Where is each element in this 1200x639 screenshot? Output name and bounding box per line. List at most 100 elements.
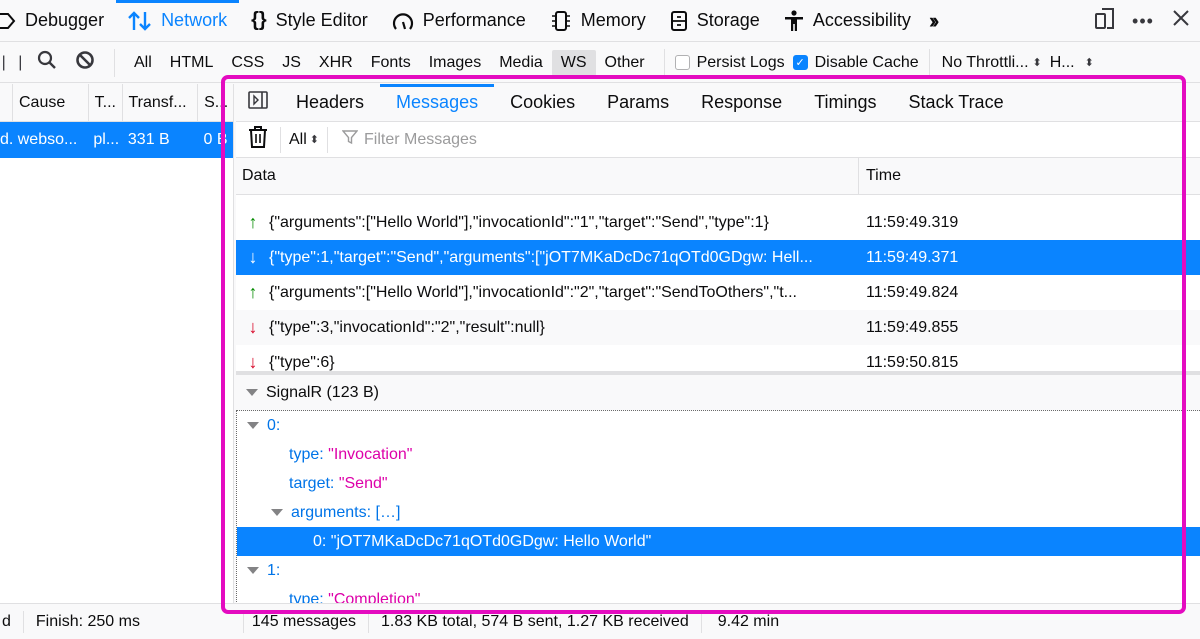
tab-network[interactable]: Network <box>116 0 240 42</box>
tree-leaf[interactable]: 0: "jOT7MKaDcDc71qOTd0GDgw: Hello World" <box>237 527 1200 556</box>
tab-stack-trace[interactable]: Stack Trace <box>893 84 1020 122</box>
tree-key: 0: <box>313 532 327 550</box>
tab-cookies[interactable]: Cookies <box>494 84 591 122</box>
checkbox-box[interactable]: ✓ <box>792 55 808 70</box>
tree-leaf[interactable]: type: "Invocation" <box>237 440 1200 469</box>
filter-messages-input[interactable] <box>364 130 764 149</box>
tree-node[interactable]: 1: <box>237 556 1200 585</box>
tab-performance[interactable]: Performance <box>380 0 538 42</box>
sent-arrow-icon: ↑ <box>248 212 258 232</box>
clear-messages-button[interactable] <box>236 125 280 154</box>
har-value: H... <box>1049 53 1075 71</box>
tree-value: "Send" <box>338 474 388 492</box>
message-type-select[interactable]: All ⬍ <box>281 131 327 149</box>
expand-triangle-icon <box>246 389 258 396</box>
filter-images[interactable]: Images <box>420 50 490 76</box>
column-header-data[interactable]: Data <box>236 158 858 194</box>
tab-debugger[interactable]: Debugger <box>0 0 116 42</box>
responsive-design-icon <box>1094 6 1116 36</box>
tree-node[interactable]: 0: <box>237 411 1200 440</box>
toggle-sidebar-button[interactable] <box>236 84 280 122</box>
filter-messages-field[interactable] <box>328 122 1200 157</box>
search-button[interactable] <box>28 43 66 83</box>
overflow-tabs-button[interactable]: ›› <box>923 0 948 42</box>
tab-headers[interactable]: Headers <box>280 84 380 122</box>
disable-cache-checkbox[interactable]: ✓ Disable Cache <box>792 54 919 72</box>
tab-label: Storage <box>696 10 760 30</box>
column-header-size[interactable]: S... <box>197 84 233 122</box>
requests-table-header: Cause T... Transf... S... <box>0 84 233 122</box>
status-messages-count: 145 messages <box>242 610 368 633</box>
tab-params[interactable]: Params <box>591 84 685 122</box>
filter-ws[interactable]: WS <box>551 49 596 76</box>
braces-icon: {} <box>251 9 267 31</box>
filter-all[interactable]: All <box>125 50 161 76</box>
filter-xhr[interactable]: XHR <box>310 50 362 76</box>
tab-memory[interactable]: Memory <box>538 0 658 42</box>
column-header-cause[interactable]: Cause <box>12 84 88 122</box>
message-row[interactable]: ↑ {"arguments":["Hello World"],"invocati… <box>236 275 1200 310</box>
column-header-type[interactable]: T... <box>87 84 122 122</box>
tree-key: type: <box>289 445 324 463</box>
person-icon <box>784 9 804 32</box>
filter-css[interactable]: CSS <box>222 50 273 76</box>
throttling-select[interactable]: No Throttli... ⬍ <box>942 54 1042 72</box>
filter-other[interactable]: Other <box>596 50 654 76</box>
network-filter-bar: | | All HTML CSS JS XHR Fonts Images Med… <box>0 43 1200 83</box>
har-menu[interactable]: H... ⬍ <box>1050 54 1094 72</box>
tree-value: "Completion" <box>328 590 421 604</box>
sent-arrow-icon: ↑ <box>248 282 258 302</box>
request-row[interactable]: d... webso... pl... 331 B 0 B <box>0 122 233 158</box>
close-devtools-button[interactable] <box>1162 0 1200 42</box>
details-tabs: Headers Messages Cookies Params Response… <box>236 84 1200 122</box>
status-duration: 9.42 min <box>700 610 791 633</box>
tree-leaf[interactable]: target: "Send" <box>237 469 1200 498</box>
tree-leaf[interactable]: type: "Completion" <box>237 585 1200 604</box>
request-type: pl... <box>93 131 120 148</box>
messages-toolbar: All ⬍ <box>236 122 1200 158</box>
tab-response[interactable]: Response <box>685 84 798 122</box>
expand-triangle-icon <box>271 509 283 516</box>
persist-logs-checkbox[interactable]: Persist Logs <box>674 54 785 72</box>
filter-js[interactable]: JS <box>273 50 310 76</box>
message-data: {"type":1,"target":"Send","arguments":["… <box>269 248 813 266</box>
more-options-button[interactable]: ••• <box>1124 0 1162 42</box>
message-time: 11:59:49.319 <box>866 213 959 231</box>
checkbox-box[interactable] <box>674 55 690 70</box>
tree-node[interactable]: arguments: […] <box>237 498 1200 527</box>
filter-html[interactable]: HTML <box>161 50 223 76</box>
tab-timings[interactable]: Timings <box>798 84 892 122</box>
status-totals: 1.83 KB total, 574 B sent, 1.27 KB recei… <box>367 610 701 633</box>
devtools-toolbar: Debugger Network {} Style Editor Perform… <box>0 0 1200 42</box>
more-icon: ••• <box>1132 10 1154 31</box>
updown-arrows-icon: ⬍ <box>309 134 319 146</box>
payload-title: SignalR (123 B) <box>266 383 379 401</box>
tab-accessibility[interactable]: Accessibility <box>772 0 923 42</box>
message-row[interactable]: ↑ {"arguments":["Hello World"],"invocati… <box>236 205 1200 240</box>
message-data: {"arguments":["Hello World"],"invocation… <box>269 283 797 301</box>
clear-button[interactable] <box>66 43 104 83</box>
payload-header[interactable]: SignalR (123 B) <box>236 375 1200 411</box>
tab-storage[interactable]: Storage <box>658 0 772 42</box>
message-time: 11:59:49.855 <box>866 318 959 336</box>
expand-triangle-icon <box>247 567 259 574</box>
message-row[interactable]: ↓ {"type":3,"invocationId":"2","result":… <box>236 310 1200 345</box>
pause-button[interactable]: | | <box>0 43 28 83</box>
message-row[interactable]: ↓ {"type":6} 11:59:50.815 <box>236 345 1200 371</box>
message-row[interactable]: ↓ {"type":1,"target":"Send","arguments":… <box>236 240 1200 275</box>
message-time: 11:59:50.815 <box>866 353 959 371</box>
close-icon <box>1172 9 1190 33</box>
tab-label: Debugger <box>25 10 105 30</box>
debugger-icon <box>0 12 16 30</box>
filter-fonts[interactable]: Fonts <box>362 50 420 76</box>
tab-messages[interactable]: Messages <box>380 84 495 122</box>
column-header-time[interactable]: Time <box>858 158 1200 194</box>
tree-value: "Invocation" <box>328 445 413 463</box>
divider <box>928 48 930 77</box>
column-header-partial[interactable] <box>0 84 12 122</box>
tab-style-editor[interactable]: {} Style Editor <box>239 0 380 42</box>
column-header-transferred[interactable]: Transf... <box>121 84 198 122</box>
expand-triangle-icon <box>247 422 259 429</box>
filter-media[interactable]: Media <box>490 50 552 76</box>
responsive-design-button[interactable] <box>1086 0 1124 42</box>
